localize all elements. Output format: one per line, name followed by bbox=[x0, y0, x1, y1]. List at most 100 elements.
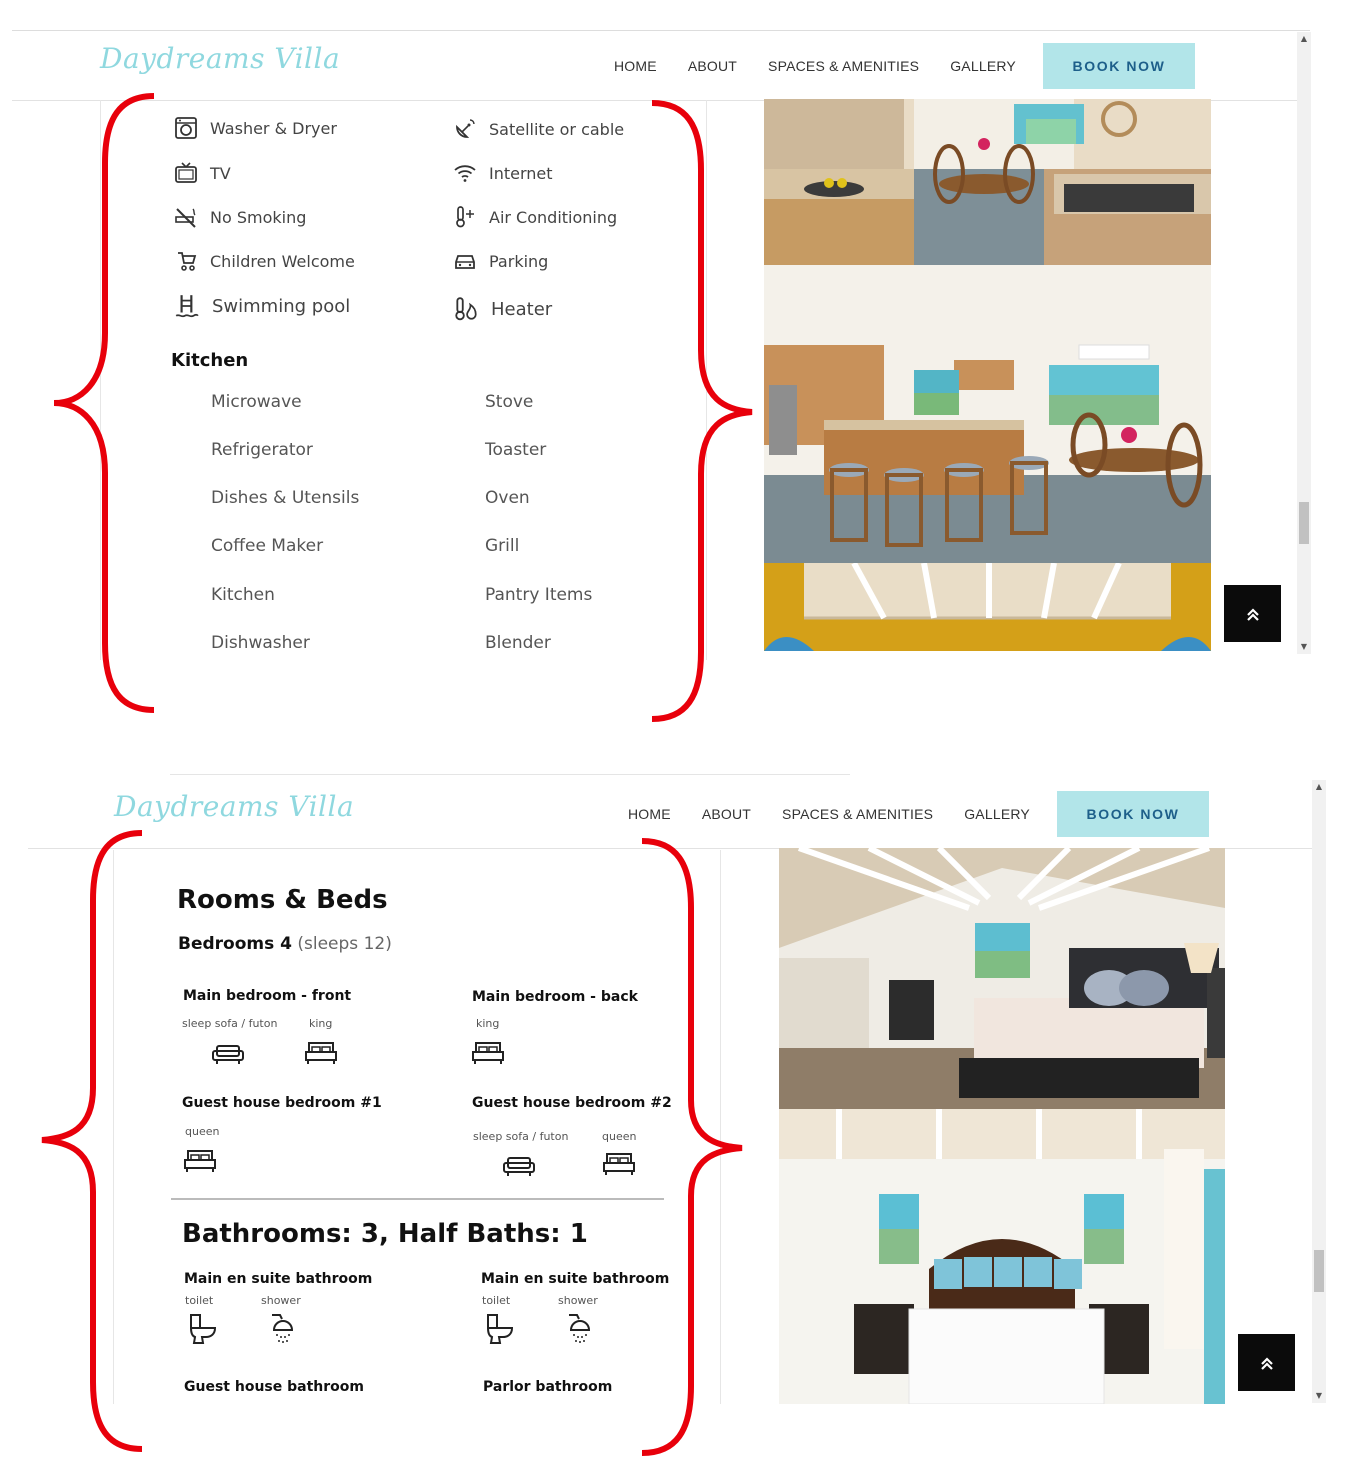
nav-gallery[interactable]: GALLERY bbox=[950, 58, 1016, 74]
bed-type: sleep sofa / futon bbox=[182, 1017, 278, 1030]
left-brace-annotation bbox=[41, 830, 143, 1452]
scroll-up-arrow[interactable]: ▲ bbox=[1312, 782, 1326, 792]
kitchen-item: Pantry Items bbox=[485, 585, 593, 605]
fixture-type: toilet bbox=[482, 1294, 511, 1307]
amenity-washer-dryer: Washer & Dryer bbox=[174, 116, 337, 140]
nav-home[interactable]: HOME bbox=[628, 806, 671, 822]
double-chevron-up-icon bbox=[1246, 607, 1259, 621]
screenshot-amenities: Daydreams Villa HOME ABOUT SPACES & AMEN… bbox=[0, 0, 1350, 760]
sleeps-count: (sleeps 12) bbox=[297, 934, 392, 954]
back-to-top-button[interactable] bbox=[1224, 585, 1281, 642]
amenity-label: Children Welcome bbox=[210, 251, 355, 271]
bedroom-photo-front[interactable] bbox=[779, 848, 1225, 1109]
top-divider bbox=[12, 30, 1310, 31]
amenity-air-conditioning: Air Conditioning bbox=[453, 205, 617, 229]
fixture-type: toilet bbox=[185, 1294, 214, 1307]
kitchen-photo-dining[interactable] bbox=[764, 99, 1211, 265]
section-divider bbox=[171, 1198, 664, 1200]
kitchen-item: Blender bbox=[485, 633, 551, 653]
stroller-icon bbox=[178, 252, 197, 271]
scroll-down-arrow[interactable]: ▼ bbox=[1297, 642, 1311, 652]
no-smoking-icon bbox=[175, 208, 196, 228]
thermometer-flame-icon bbox=[455, 297, 477, 321]
bathrooms-title: Bathrooms: 3, Half Baths: 1 bbox=[182, 1219, 588, 1249]
book-now-button[interactable]: BOOK NOW bbox=[1056, 791, 1209, 837]
top-divider bbox=[170, 774, 850, 775]
scroll-up-arrow[interactable]: ▲ bbox=[1297, 34, 1311, 44]
car-icon bbox=[455, 255, 475, 269]
amenity-children-welcome: Children Welcome bbox=[174, 249, 355, 273]
amenity-swimming-pool: Swimming pool bbox=[174, 293, 350, 319]
amenity-label: Heater bbox=[491, 298, 553, 320]
shower-icon bbox=[569, 1314, 591, 1343]
amenity-no-smoking: No Smoking bbox=[174, 205, 306, 229]
shower-icon bbox=[272, 1314, 294, 1343]
kitchen-item: Stove bbox=[485, 392, 534, 412]
amenity-heater: Heater bbox=[453, 296, 552, 322]
site-logo[interactable]: Daydreams Villa bbox=[100, 42, 340, 75]
bathroom-name: Guest house bathroom bbox=[184, 1379, 364, 1395]
page-scrollbar[interactable]: ▲ ▼ bbox=[1297, 32, 1311, 654]
nav-gallery[interactable]: GALLERY bbox=[964, 806, 1030, 822]
bed-type: king bbox=[476, 1017, 500, 1030]
amenity-label: Swimming pool bbox=[212, 295, 351, 317]
kitchen-item: Microwave bbox=[211, 392, 302, 412]
amenity-label: TV bbox=[210, 163, 231, 183]
double-chevron-up-icon bbox=[1260, 1356, 1273, 1370]
nav-about[interactable]: ABOUT bbox=[702, 806, 751, 822]
bedrooms-count: Bedrooms 4 bbox=[178, 934, 292, 954]
bed-type: king bbox=[309, 1017, 333, 1030]
room-name: Main bedroom - back bbox=[472, 989, 638, 1005]
kitchen-item: Dishwasher bbox=[211, 633, 310, 653]
amenity-label: No Smoking bbox=[210, 207, 307, 227]
ceiling-photo[interactable] bbox=[764, 563, 1211, 651]
site-header: Daydreams Villa HOME ABOUT SPACES & AMEN… bbox=[12, 32, 1297, 101]
book-now-button[interactable]: BOOK NOW bbox=[1042, 43, 1195, 89]
back-to-top-button[interactable] bbox=[1238, 1334, 1295, 1391]
right-brace-annotation bbox=[641, 838, 743, 1456]
pool-ladder-icon bbox=[175, 295, 199, 318]
kitchen-item: Dishes & Utensils bbox=[211, 488, 360, 508]
bedrooms-summary: Bedrooms 4 (sleeps 12) bbox=[178, 934, 392, 954]
fixture-type: shower bbox=[558, 1294, 598, 1307]
thermometer-snow-icon bbox=[456, 206, 474, 228]
room-name: Guest house bedroom #1 bbox=[182, 1095, 382, 1111]
amenity-tv: TV bbox=[174, 161, 231, 185]
toilet-icon bbox=[486, 1314, 514, 1344]
nav-spaces-amenities[interactable]: SPACES & AMENITIES bbox=[782, 806, 933, 822]
nav-about[interactable]: ABOUT bbox=[688, 58, 737, 74]
nav-spaces-amenities[interactable]: SPACES & AMENITIES bbox=[768, 58, 919, 74]
kitchen-item: Grill bbox=[485, 536, 520, 556]
amenity-satellite: Satellite or cable bbox=[453, 117, 624, 141]
amenity-parking: Parking bbox=[453, 249, 548, 273]
bathroom-name: Main en suite bathroom bbox=[184, 1271, 373, 1287]
bedroom-photo-back[interactable] bbox=[779, 1109, 1225, 1404]
page-scrollbar[interactable]: ▲ ▼ bbox=[1312, 780, 1326, 1403]
scroll-thumb[interactable] bbox=[1299, 502, 1309, 544]
kitchen-item: Kitchen bbox=[211, 585, 275, 605]
site-logo[interactable]: Daydreams Villa bbox=[114, 790, 354, 823]
kitchen-item: Oven bbox=[485, 488, 530, 508]
scroll-thumb[interactable] bbox=[1314, 1250, 1324, 1292]
amenity-label: Satellite or cable bbox=[489, 119, 625, 139]
sofa-icon bbox=[212, 1045, 244, 1064]
kitchen-heading: Kitchen bbox=[171, 350, 249, 371]
nav-home[interactable]: HOME bbox=[614, 58, 657, 74]
amenity-label: Parking bbox=[489, 251, 549, 271]
main-nav: HOME ABOUT SPACES & AMENITIES GALLERY BO… bbox=[614, 32, 1195, 100]
satellite-icon bbox=[456, 119, 475, 138]
room-name: Main bedroom - front bbox=[183, 988, 352, 1004]
left-brace-annotation bbox=[53, 93, 155, 713]
scroll-down-arrow[interactable]: ▼ bbox=[1312, 1391, 1326, 1401]
kitchen-item: Toaster bbox=[485, 440, 547, 460]
fixture-type: shower bbox=[261, 1294, 301, 1307]
bed-type: queen bbox=[185, 1125, 220, 1138]
sofa-icon bbox=[503, 1157, 535, 1176]
bed-type: sleep sofa / futon bbox=[473, 1130, 569, 1143]
kitchen-photo-main[interactable] bbox=[764, 265, 1211, 563]
right-brace-annotation bbox=[651, 100, 753, 722]
rooms-beds-title: Rooms & Beds bbox=[177, 885, 388, 915]
viewport-cutoff bbox=[114, 1402, 720, 1422]
king-bed-icon bbox=[305, 1042, 337, 1064]
kitchen-item: Coffee Maker bbox=[211, 536, 324, 556]
